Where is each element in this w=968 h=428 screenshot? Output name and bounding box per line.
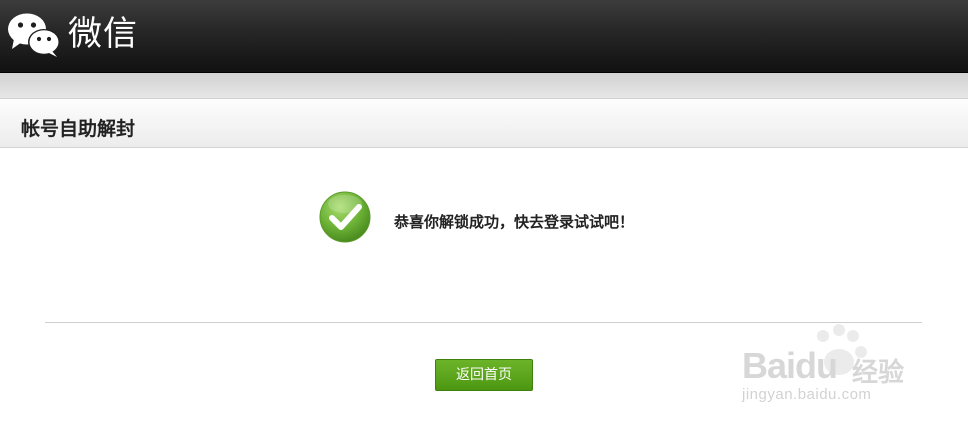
section-header bbox=[0, 99, 968, 148]
watermark-brand: Baidu bbox=[742, 345, 838, 386]
sub-bar bbox=[0, 73, 968, 99]
top-bar: 微信 bbox=[0, 0, 968, 73]
watermark-url: jingyan.baidu.com bbox=[742, 386, 872, 403]
watermark-brand-cn: 经验 bbox=[852, 358, 905, 388]
brand-title: 微信 bbox=[68, 14, 138, 54]
page-title: 帐号自助解封 bbox=[21, 118, 136, 140]
check-circle-icon bbox=[319, 191, 371, 243]
back-to-home-button[interactable]: 返回首页 bbox=[435, 359, 533, 391]
success-message: 恭喜你解锁成功，快去登录试试吧！ bbox=[394, 213, 635, 231]
wechat-logo-icon bbox=[8, 13, 60, 57]
